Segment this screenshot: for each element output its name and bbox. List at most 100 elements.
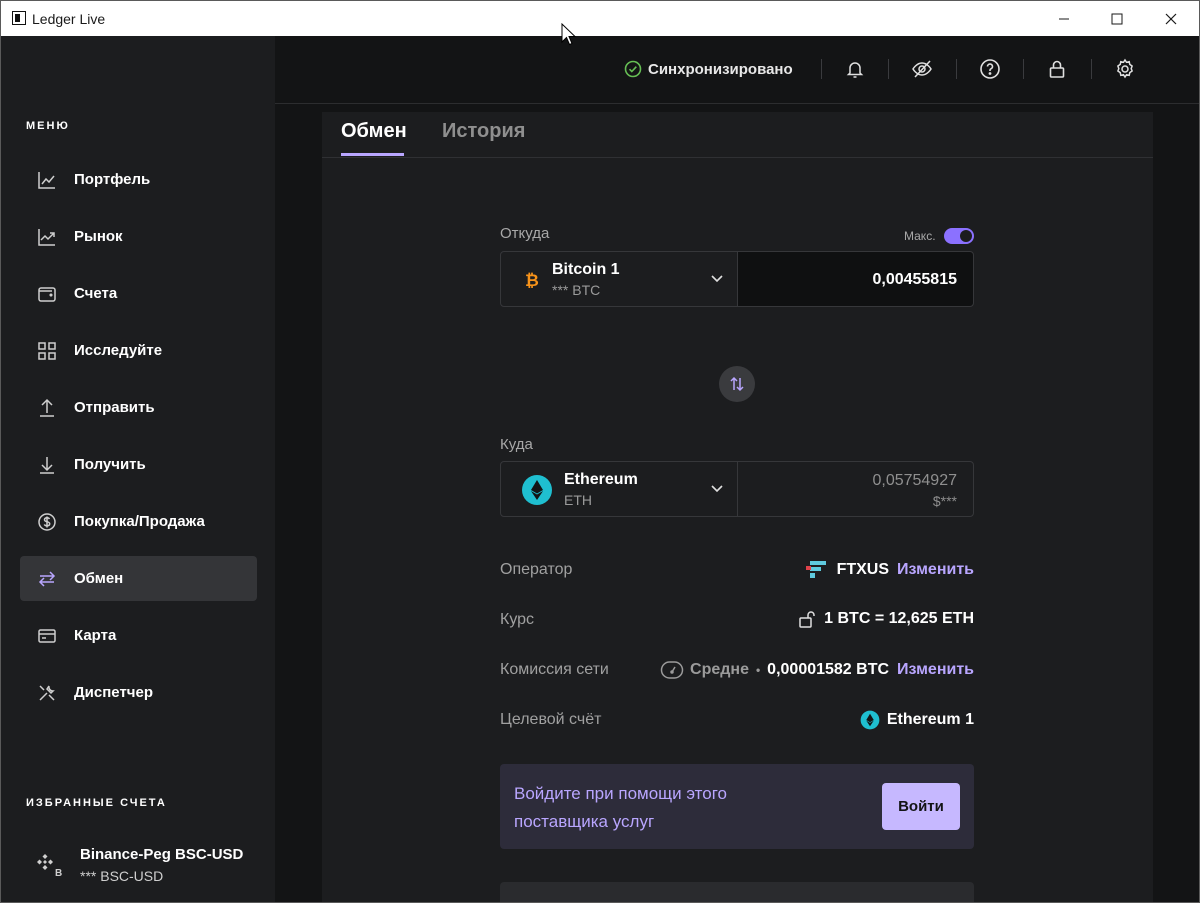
eye-off-icon[interactable] <box>911 58 933 80</box>
sidebar-item-discover[interactable]: Исследуйте <box>20 328 257 373</box>
from-amount-value: 0,00455815 <box>872 271 957 288</box>
sidebar-item-manager[interactable]: Диспетчер <box>20 670 257 715</box>
mouse-cursor-icon <box>561 23 577 46</box>
from-account-name: Bitcoin 1 <box>552 261 620 278</box>
sidebar-item-label: Портфель <box>74 171 151 188</box>
check-circle-icon <box>624 60 642 78</box>
from-amount-input[interactable]: 0,00455815 <box>737 251 974 307</box>
bell-icon[interactable] <box>844 58 866 80</box>
bitcoin-icon: ₿ <box>525 271 539 290</box>
sync-status-label: Синхронизировано <box>648 60 793 78</box>
target-account-value: Ethereum 1 <box>886 711 974 728</box>
fee-separator: • <box>755 663 761 677</box>
from-account-select[interactable]: ₿ Bitcoin 1 *** BTC <box>500 251 738 307</box>
chevron-down-icon <box>711 275 723 283</box>
chart-line-icon <box>38 171 55 189</box>
sidebar-item-label: Обмен <box>74 570 124 587</box>
separator <box>821 59 822 79</box>
sidebar-item-receive[interactable]: Получить <box>20 442 257 487</box>
svg-text:₿: ₿ <box>525 271 539 290</box>
sidebar-item-portfolio[interactable]: Портфель <box>20 157 257 202</box>
sidebar-item-label: Диспетчер <box>74 684 154 701</box>
bnb-icon: B <box>35 852 63 882</box>
sidebar-item-label: Карта <box>74 627 117 644</box>
favorites-section-label: ИЗБРАННЫЕ СЧЕТА <box>26 797 167 809</box>
sidebar-item-label: Счета <box>74 285 118 302</box>
ftx-logo-icon <box>805 561 826 578</box>
swap-vertical-icon <box>730 376 744 392</box>
window-title: Ledger Live <box>32 11 106 27</box>
to-fiat-value: $*** <box>932 493 957 509</box>
gear-icon[interactable] <box>1114 58 1136 80</box>
speedometer-icon <box>660 661 684 679</box>
maximize-button[interactable] <box>1090 1 1144 36</box>
tab-bar: Обмен История <box>322 112 1153 158</box>
sidebar-item-label: Исследуйте <box>74 342 163 359</box>
rate-label: Курс <box>500 611 535 628</box>
favorite-account-name: Binance-Peg BSC-USD <box>80 846 244 863</box>
lock-icon[interactable] <box>1046 58 1068 80</box>
trending-icon <box>38 228 55 246</box>
tab-swap[interactable]: Обмен <box>341 120 407 143</box>
rate-value: 1 BTC = 12,625 ETH <box>824 610 974 627</box>
swap-arrows-icon <box>38 570 56 587</box>
provider-row: FTXUS Изменить <box>805 560 974 580</box>
sidebar-item-swap[interactable]: Обмен <box>20 556 257 601</box>
maximize-icon <box>1111 13 1123 24</box>
fee-value: 0,00001582 BTC <box>767 661 890 678</box>
provider-name: FTXUS <box>836 561 890 578</box>
sync-status[interactable]: Синхронизировано <box>624 60 793 78</box>
sidebar-item-label: Отправить <box>74 399 155 416</box>
to-account-select[interactable]: Ethereum ETH <box>500 461 738 517</box>
chevron-down-icon <box>711 485 723 493</box>
reverse-swap-button[interactable] <box>719 366 755 402</box>
ethereum-icon <box>860 710 880 730</box>
sidebar-item-accounts[interactable]: Счета <box>20 271 257 316</box>
change-provider-link[interactable]: Изменить <box>897 561 974 579</box>
favorite-account-sub: *** BSC-USD <box>80 868 164 884</box>
app-window: Ledger Live МЕНЮ Портфель Рынок Счета Ис… <box>0 0 1200 903</box>
sidebar-item-card[interactable]: Карта <box>20 613 257 658</box>
swap-panel: Обмен История Откуда Макс. ₿ Bitcoin 1 *… <box>322 112 1153 902</box>
top-bar: Синхронизировано <box>275 36 1199 104</box>
sidebar-item-send[interactable]: Отправить <box>20 385 257 430</box>
target-account-row: Ethereum 1 <box>860 710 974 730</box>
tools-icon <box>39 684 55 701</box>
ethereum-icon <box>522 475 552 505</box>
favorite-badge: B <box>55 868 63 879</box>
separator <box>1023 59 1024 79</box>
to-amount-output: 0,05754927 $*** <box>737 461 974 517</box>
ledger-logo-icon <box>12 11 26 25</box>
login-button[interactable]: Войти <box>882 783 960 830</box>
from-account-sub: *** BTC <box>552 282 601 298</box>
separator <box>956 59 957 79</box>
max-label: Макс. <box>904 229 936 243</box>
exchange-submit-button[interactable] <box>500 882 974 902</box>
sidebar: МЕНЮ Портфель Рынок Счета Исследуйте Отп… <box>1 36 275 902</box>
close-icon <box>1165 13 1177 24</box>
close-button[interactable] <box>1144 1 1198 36</box>
tab-history[interactable]: История <box>442 120 525 143</box>
sidebar-item-label: Покупка/Продажа <box>74 513 205 530</box>
rate-row: 1 BTC = 12,625 ETH <box>798 610 974 628</box>
target-account-label: Целевой счёт <box>500 711 602 728</box>
fee-row: Средне • 0,00001582 BTC Изменить <box>660 660 974 680</box>
favorite-account-item[interactable]: B Binance-Peg BSC-USD *** BSC-USD <box>35 846 243 884</box>
active-tab-indicator <box>341 153 404 156</box>
sidebar-item-label: Рынок <box>74 228 123 245</box>
unlock-icon[interactable] <box>798 610 818 628</box>
to-account-name: Ethereum <box>564 471 638 488</box>
sidebar-item-market[interactable]: Рынок <box>20 214 257 259</box>
separator <box>888 59 889 79</box>
fee-speed: Средне <box>690 661 749 678</box>
provider-label: Оператор <box>500 561 573 578</box>
max-toggle[interactable] <box>944 228 974 244</box>
change-fee-link[interactable]: Изменить <box>897 661 974 679</box>
dollar-circle-icon <box>38 512 56 531</box>
minimize-button[interactable] <box>1037 1 1091 36</box>
sidebar-item-buy-sell[interactable]: Покупка/Продажа <box>20 499 257 544</box>
help-icon[interactable] <box>979 58 1001 80</box>
provider-login-banner: Войдите при помощи этого поставщика услу… <box>500 764 974 849</box>
wallet-icon <box>38 286 56 302</box>
main-area: Синхронизировано Обмен История Откуда Ма… <box>275 36 1199 902</box>
